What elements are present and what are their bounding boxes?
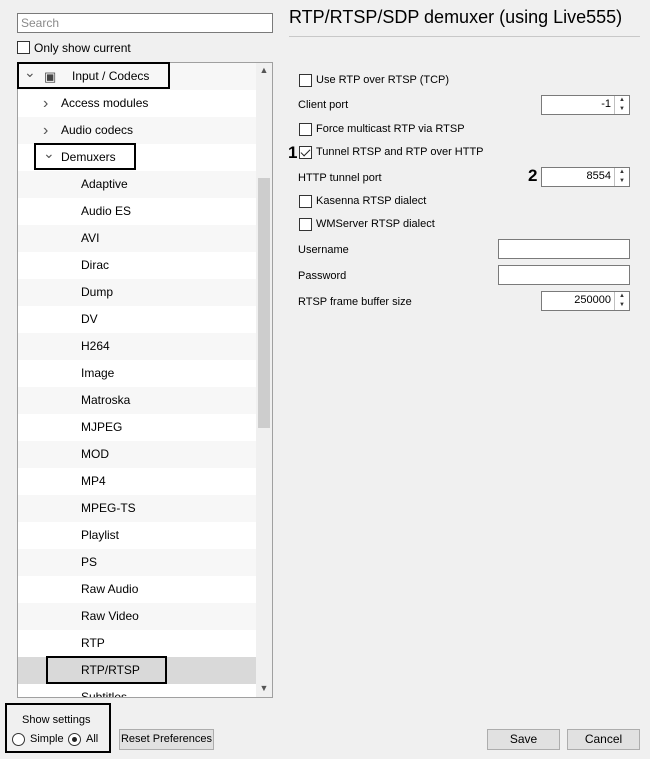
marker-one: 1	[288, 143, 298, 162]
tunnel-http-label: Tunnel RTSP and RTP over HTTP	[316, 146, 484, 158]
scroll-thumb[interactable]	[258, 178, 270, 428]
scroll-up-icon[interactable]: ▲	[256, 65, 272, 75]
cancel-button[interactable]: Cancel	[567, 729, 640, 750]
tree-item[interactable]: Adaptive	[18, 171, 257, 198]
search-input[interactable]	[17, 13, 273, 33]
tree-item[interactable]: Raw Video	[18, 603, 257, 630]
username-field[interactable]	[498, 239, 630, 259]
username-label: Username	[298, 244, 349, 256]
tree-item[interactable]: Raw Audio	[18, 576, 257, 603]
tree-item-label: Raw Audio	[81, 582, 139, 596]
marker-two: 2	[528, 166, 538, 185]
use-rtp-over-rtsp-checkbox[interactable]	[299, 74, 312, 87]
kasenna-checkbox[interactable]	[299, 195, 312, 208]
tunnel-http-checkbox[interactable]	[299, 146, 312, 159]
tree-item[interactable]: Subtitles	[18, 684, 257, 698]
tree-item-label: Demuxers	[61, 150, 116, 164]
use-rtp-over-rtsp-label: Use RTP over RTSP (TCP)	[316, 74, 450, 86]
preferences-tree[interactable]: ⌄ ▣ Input / Codecs › Access modules › Audio co…	[17, 62, 273, 698]
tree-item[interactable]: › Access modules	[18, 90, 257, 117]
tree-item[interactable]: MPEG-TS	[18, 495, 257, 522]
tree-item-label: MPEG-TS	[81, 501, 136, 515]
show-settings-label: Show settings	[22, 714, 91, 726]
tree-item-label: RTP/RTSP	[81, 663, 140, 677]
tree-item-label: Dump	[81, 285, 114, 299]
client-port-value: -1	[601, 98, 611, 110]
tree-item[interactable]: Audio ES	[18, 198, 257, 225]
http-tunnel-port-spinbox[interactable]: 8554 ▲ ▼	[541, 167, 630, 187]
tree-item-label: Dirac	[81, 258, 110, 272]
wmserver-label: WMServer RTSP dialect	[316, 218, 435, 230]
tree-item[interactable]: Playlist	[18, 522, 257, 549]
reset-preferences-button[interactable]: Reset Preferences	[119, 729, 214, 750]
tree-item-label: Playlist	[81, 528, 120, 542]
tree-item[interactable]: RTP/RTSP	[18, 657, 257, 684]
simple-label: Simple	[30, 733, 64, 745]
frame-buffer-value: 250000	[574, 294, 611, 306]
all-radio[interactable]	[68, 733, 81, 746]
force-multicast-label: Force multicast RTP via RTSP	[316, 123, 465, 135]
spin-arrows-icon[interactable]: ▲ ▼	[614, 292, 629, 310]
scroll-down-icon[interactable]: ▼	[256, 683, 272, 693]
tree-item[interactable]: MP4	[18, 468, 257, 495]
tree-item-label: Matroska	[81, 393, 131, 407]
tree-item[interactable]: DV	[18, 306, 257, 333]
tree-item[interactable]: RTP	[18, 630, 257, 657]
password-label: Password	[298, 270, 347, 282]
spin-arrows-icon[interactable]: ▲ ▼	[614, 96, 629, 114]
tree-item-label: Image	[81, 366, 115, 380]
client-port-spinbox[interactable]: -1 ▲ ▼	[541, 95, 630, 115]
tree-item-label: H264	[81, 339, 110, 353]
tree-item-label: MP4	[81, 474, 106, 488]
tree-item-label: MJPEG	[81, 420, 123, 434]
tree-item-label: Input / Codecs	[72, 69, 150, 83]
tree-item-label: Audio codecs	[61, 123, 134, 137]
title-divider	[289, 36, 640, 37]
kasenna-label: Kasenna RTSP dialect	[316, 195, 427, 207]
tree-item[interactable]: PS	[18, 549, 257, 576]
page-title: RTP/RTSP/SDP demuxer (using Live555)	[289, 7, 623, 27]
tree-item[interactable]: ⌄ ▣ Input / Codecs	[18, 63, 257, 90]
chevron-down-icon[interactable]: ⌄	[24, 63, 36, 86]
spin-arrows-icon[interactable]: ▲ ▼	[614, 168, 629, 186]
frame-buffer-spinbox[interactable]: 250000 ▲ ▼	[541, 291, 630, 311]
only-show-current-checkbox[interactable]	[17, 41, 30, 54]
wmserver-checkbox[interactable]	[299, 218, 312, 231]
tree-item[interactable]: Image	[18, 360, 257, 387]
password-field[interactable]	[498, 265, 630, 285]
tree-item-label: Raw Video	[81, 609, 139, 623]
tree-item[interactable]: ⌄ Demuxers	[18, 144, 257, 171]
tree-item[interactable]: MOD	[18, 441, 257, 468]
tree-item[interactable]: MJPEG	[18, 414, 257, 441]
tree-item-label: Adaptive	[81, 177, 128, 191]
simple-radio[interactable]	[12, 733, 25, 746]
tree-item-label: Access modules	[61, 96, 149, 110]
tree-item-label: RTP	[81, 636, 105, 650]
tree-item-label: AVI	[81, 231, 100, 245]
client-port-label: Client port	[298, 99, 349, 111]
tree-item-label: PS	[81, 555, 98, 569]
only-show-current-label: Only show current	[34, 41, 131, 55]
force-multicast-checkbox[interactable]	[299, 123, 312, 136]
http-tunnel-port-value: 8554	[586, 170, 611, 182]
tree-item-label: DV	[81, 312, 98, 326]
tree-item-label: Audio ES	[81, 204, 132, 218]
tree-item[interactable]: AVI	[18, 225, 257, 252]
save-button[interactable]: Save	[487, 729, 560, 750]
tree-item-label: Subtitles	[81, 690, 128, 698]
chevron-right-icon[interactable]: ›	[43, 90, 48, 117]
tree-item[interactable]: H264	[18, 333, 257, 360]
tree-scrollbar[interactable]: ▲ ▼	[256, 63, 272, 697]
tree-item[interactable]: Dump	[18, 279, 257, 306]
frame-buffer-label: RTSP frame buffer size	[298, 296, 412, 308]
http-tunnel-port-label: HTTP tunnel port	[298, 172, 382, 184]
tree-item[interactable]: Dirac	[18, 252, 257, 279]
tree-item[interactable]: Matroska	[18, 387, 257, 414]
all-label: All	[86, 733, 99, 745]
codec-icon: ▣	[44, 69, 57, 84]
chevron-down-icon[interactable]: ⌄	[43, 140, 55, 167]
tree-item-label: MOD	[81, 447, 109, 461]
